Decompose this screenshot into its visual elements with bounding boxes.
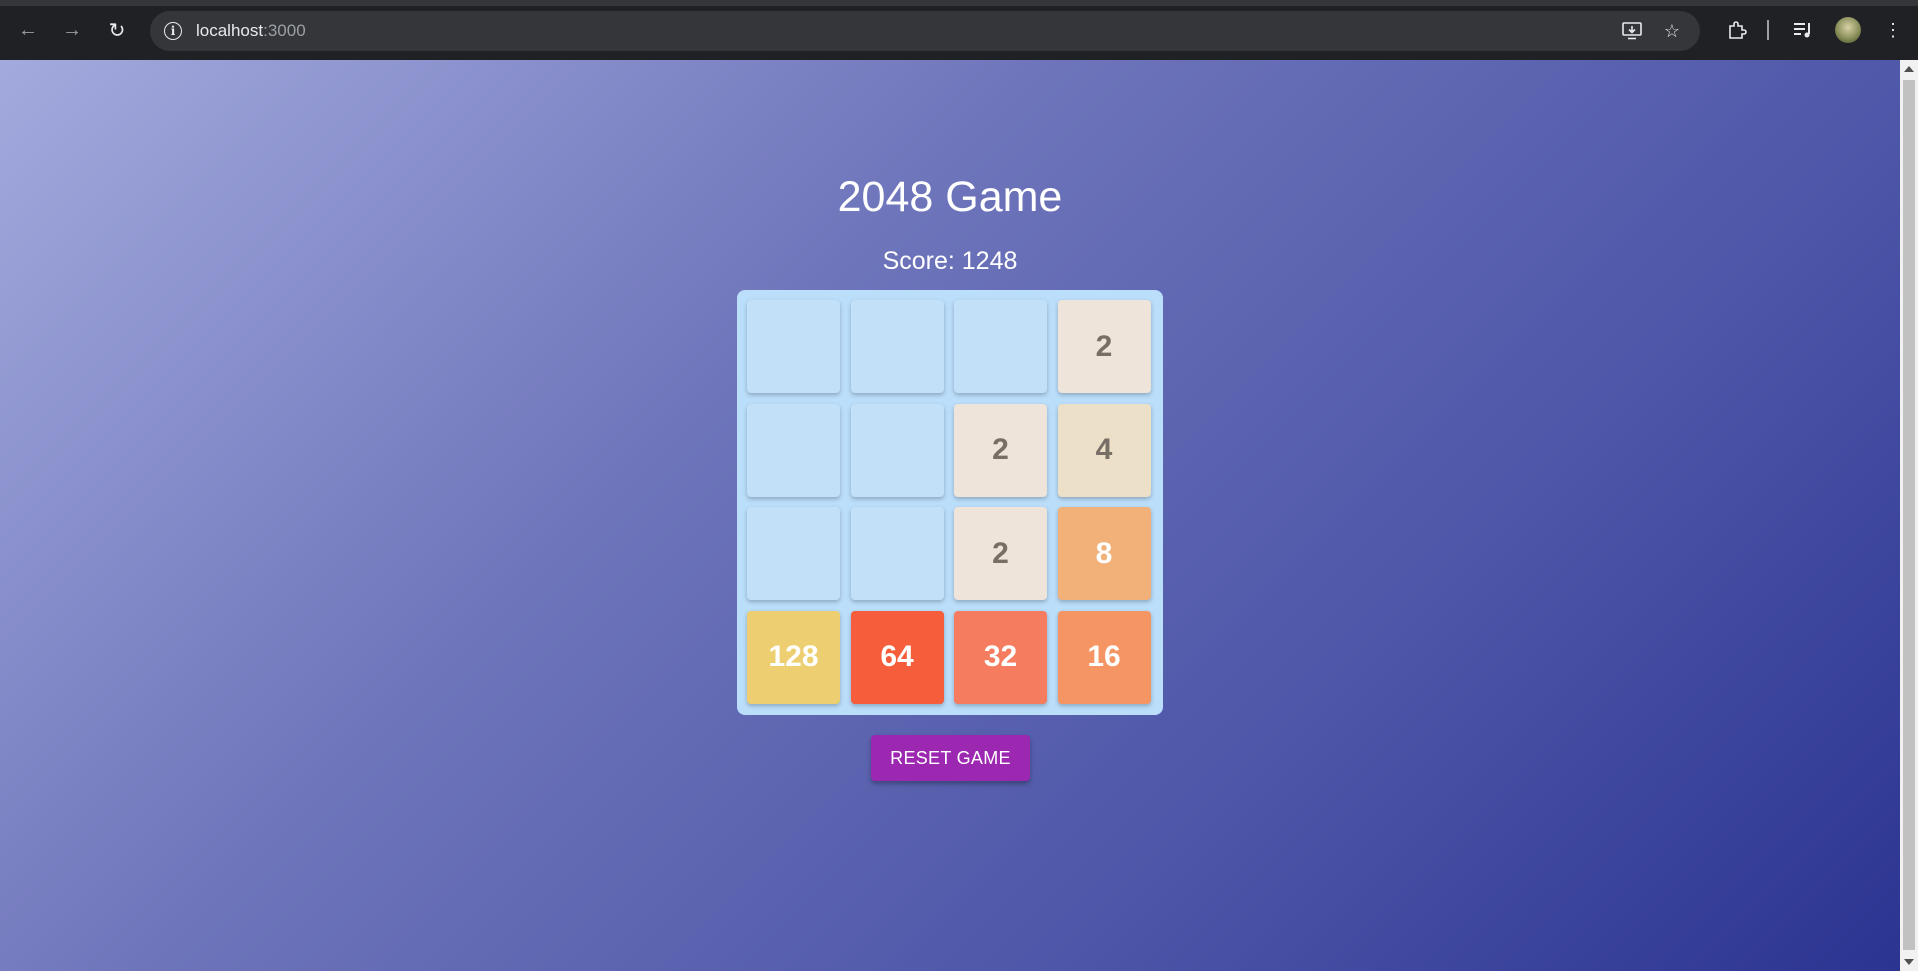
empty-cell — [747, 403, 840, 497]
reload-button[interactable]: ↻ — [103, 16, 131, 44]
back-button[interactable]: ← — [14, 16, 42, 44]
tile-8: 8 — [1057, 507, 1151, 600]
empty-cell — [747, 507, 840, 600]
scrollbar[interactable] — [1900, 60, 1918, 971]
reload-icon: ↻ — [108, 19, 126, 42]
empty-cell — [850, 507, 944, 600]
profile-avatar[interactable] — [1835, 17, 1861, 43]
tile-64: 64 — [850, 610, 944, 704]
address-bar[interactable]: i localhost:3000 ☆ — [150, 11, 1700, 51]
toolbar-divider — [1767, 20, 1769, 40]
media-control-icon[interactable] — [1789, 16, 1817, 44]
browser-toolbar: ← → ↻ i localhost:3000 ☆ ⋮ — [0, 0, 1918, 60]
scroll-up-arrow[interactable] — [1904, 66, 1914, 72]
tile-16: 16 — [1057, 610, 1151, 704]
game-board[interactable]: 2 2 4 2 8 128 64 32 16 — [737, 290, 1163, 715]
forward-button[interactable]: → — [58, 16, 86, 44]
tab-strip — [0, 0, 1918, 6]
scroll-down-arrow[interactable] — [1904, 959, 1914, 965]
arrow-right-icon: → — [62, 18, 82, 41]
empty-cell — [954, 300, 1047, 393]
tile-4: 4 — [1057, 403, 1151, 497]
url-text[interactable]: localhost:3000 — [196, 21, 306, 41]
empty-cell — [747, 300, 840, 393]
tile-2: 2 — [954, 507, 1047, 600]
star-icon[interactable]: ☆ — [1660, 19, 1684, 43]
kebab-menu-icon[interactable]: ⋮ — [1879, 16, 1907, 44]
empty-cell — [850, 403, 944, 497]
install-app-icon[interactable] — [1620, 19, 1644, 43]
arrow-left-icon: ← — [18, 18, 38, 41]
reset-game-button[interactable]: RESET GAME — [871, 735, 1030, 781]
empty-cell — [850, 300, 944, 393]
tile-2: 2 — [954, 403, 1047, 497]
score-display: Score: 1248 — [882, 247, 1018, 275]
tile-128: 128 — [747, 610, 840, 704]
tile-2: 2 — [1057, 300, 1151, 393]
tile-32: 32 — [954, 610, 1047, 704]
scroll-thumb[interactable] — [1903, 80, 1915, 950]
puzzle-icon[interactable] — [1723, 16, 1751, 44]
game-title: 2048 Game — [837, 173, 1063, 221]
info-icon[interactable]: i — [164, 22, 182, 40]
